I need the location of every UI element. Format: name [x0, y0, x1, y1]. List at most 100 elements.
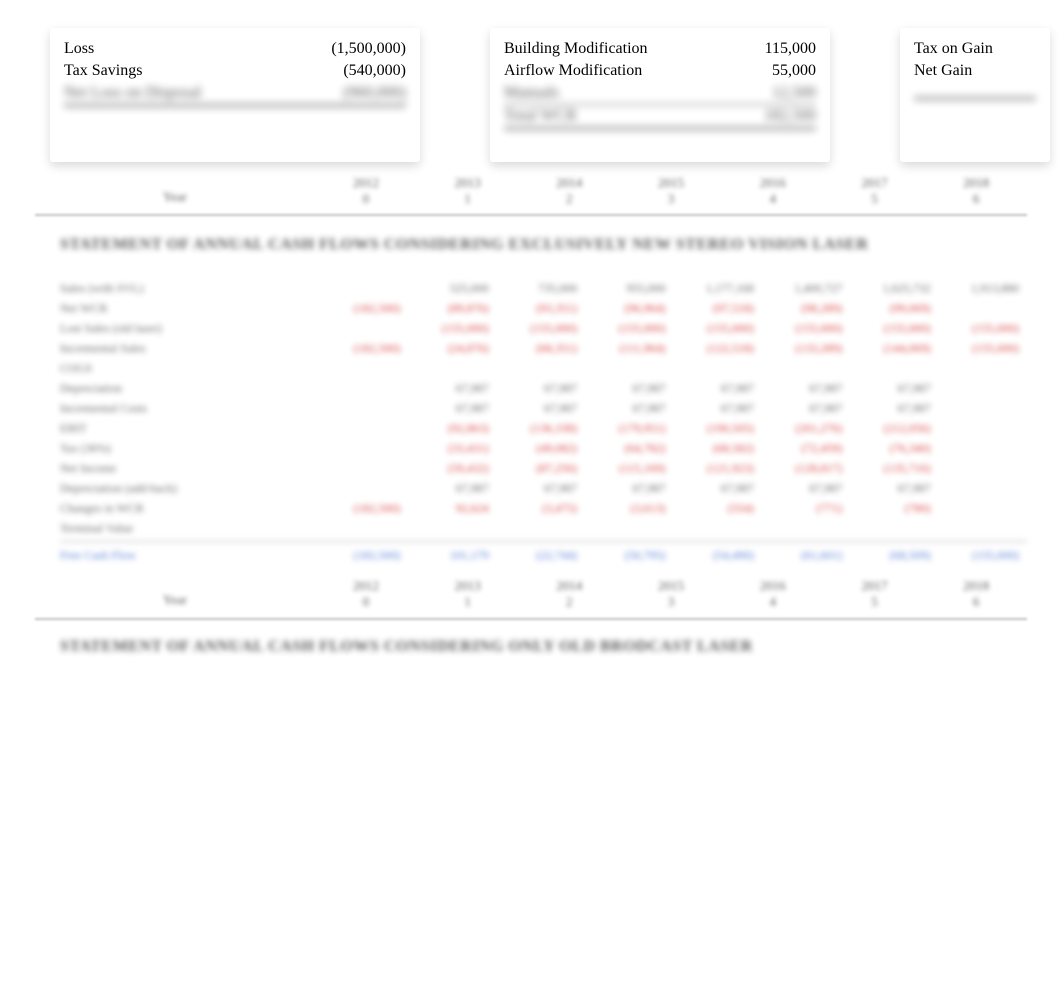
cell-value: (155,000) — [939, 318, 1027, 338]
cell-value: (68,351) — [497, 338, 585, 358]
row-label: COGS — [60, 358, 320, 378]
cell-value: (179,951) — [585, 418, 673, 438]
loss-value: (1,500,000) — [306, 38, 406, 60]
tax-on-gain-label: Tax on Gain — [914, 38, 1036, 60]
year-col: 20120 — [315, 175, 417, 207]
section-title-old-laser: STATEMENT OF ANNUAL CASH FLOWS CONSIDERI… — [60, 638, 753, 656]
section-title-svl: STATEMENT OF ANNUAL CASH FLOWS CONSIDERI… — [60, 236, 868, 254]
cell-value: (68,582) — [674, 438, 762, 458]
net-gain-label: Net Gain — [914, 60, 1036, 82]
total-wcr-value: 182,500 — [716, 105, 816, 127]
year-col: 20153 — [620, 175, 722, 207]
sheet-row: Depreciation67,98767,98767,98767,98767,9… — [60, 378, 1027, 398]
sheet-row: Incremental Costs67,98767,98767,98767,98… — [60, 398, 1027, 418]
row-label: Depreciation (add-back) — [60, 478, 320, 498]
cell-value: (780) — [850, 498, 938, 518]
cell-value: (155,000) — [939, 338, 1027, 358]
cell-value: (136,338) — [497, 418, 585, 438]
cell-value: 1,177,168 — [674, 278, 762, 298]
cell-value: 1,400,727 — [762, 278, 850, 298]
airflow-mod-label: Airflow Modification — [504, 60, 716, 82]
cell-value: 67,987 — [762, 478, 850, 498]
total-wcr-row: Total WCR 182,500 — [504, 105, 816, 130]
row-label: Depreciation — [60, 378, 320, 398]
cashflow-sheet: Sales (with SVL)525,000735,000955,0001,1… — [60, 278, 1027, 565]
cell-value: (155,000) — [850, 318, 938, 338]
cell-value — [320, 438, 408, 458]
cell-value: 67,987 — [674, 378, 762, 398]
building-mod-value: 115,000 — [716, 38, 816, 60]
sheet-row: Depreciation (add-back)67,98767,98767,98… — [60, 478, 1027, 498]
cell-value: (144,069) — [850, 338, 938, 358]
cell-value: 67,987 — [497, 398, 585, 418]
sheet-row: Sales (with SVL)525,000735,000955,0001,1… — [60, 278, 1027, 298]
cell-value: (190,505) — [674, 418, 762, 438]
cell-value: (24,876) — [408, 338, 496, 358]
year-col: 20153 — [620, 578, 722, 610]
cell-value: (155,000) — [762, 318, 850, 338]
net-loss-value: (960,000) — [306, 82, 406, 104]
loss-row: Loss (1,500,000) — [64, 38, 406, 60]
tax-savings-row: Tax Savings (540,000) — [64, 60, 406, 82]
cell-value: (201,276) — [762, 418, 850, 438]
cell-value — [939, 498, 1027, 518]
cell-value — [939, 298, 1027, 318]
year-axis-label: Year — [35, 189, 315, 207]
sheet-row: Net WCR(182,500)(89,876)(93,351)(96,964)… — [60, 298, 1027, 318]
cell-value: 1,625,732 — [850, 278, 938, 298]
cell-value — [320, 458, 408, 478]
cell-value: (182,500) — [320, 298, 408, 318]
row-label: EBIT — [60, 418, 320, 438]
cell-value: 67,987 — [850, 398, 938, 418]
cell-value: (72,459) — [762, 438, 850, 458]
cell-value: 67,987 — [850, 378, 938, 398]
cell-value: (155,000) — [497, 318, 585, 338]
cell-value — [939, 418, 1027, 438]
total-row: Free Cash Flow(182,500)101,179(22,744)(5… — [60, 545, 1027, 565]
year-header-1: Year 20120201312014220153201642017520186 — [35, 175, 1027, 207]
cell-value: (128,817) — [762, 458, 850, 478]
cell-value: 525,000 — [408, 278, 496, 298]
cell-value — [320, 398, 408, 418]
total-cell: (68,509) — [850, 545, 938, 565]
cell-value: 1,913,880 — [939, 278, 1027, 298]
cell-value: (155,000) — [585, 318, 673, 338]
loss-label: Loss — [64, 38, 306, 60]
gain-box: Tax on Gain Net Gain — [900, 28, 1050, 162]
cell-value: 67,987 — [497, 378, 585, 398]
top-summary-boxes: Loss (1,500,000) Tax Savings (540,000) N… — [50, 28, 1062, 162]
sheet-row: COGS — [60, 358, 1027, 378]
cell-value: (554) — [674, 498, 762, 518]
year-col: 20120 — [315, 578, 417, 610]
cell-value: 67,987 — [408, 478, 496, 498]
sheet-row: Changes in WCR(182,500)92,624(3,475)(3,6… — [60, 498, 1027, 518]
year-col: 20186 — [925, 578, 1027, 610]
cell-value: 67,987 — [585, 478, 673, 498]
cell-value: (96,964) — [585, 298, 673, 318]
total-cell: (54,490) — [674, 545, 762, 565]
cell-value — [320, 478, 408, 498]
gain-total-row — [914, 82, 1036, 100]
net-gain-row: Net Gain — [914, 60, 1036, 82]
cell-value: 67,987 — [850, 478, 938, 498]
year-col: 20131 — [417, 175, 519, 207]
cell-value — [939, 378, 1027, 398]
year-header-2: Year 20120201312014220153201642017520186 — [35, 578, 1027, 610]
cell-value: (133,289) — [762, 338, 850, 358]
cell-value: (182,500) — [320, 498, 408, 518]
cell-value: (33,431) — [408, 438, 496, 458]
year-col: 20131 — [417, 578, 519, 610]
row-label: Tax (36%) — [60, 438, 320, 458]
manuals-row: Manuals 12,500 — [504, 82, 816, 105]
loss-box: Loss (1,500,000) Tax Savings (540,000) N… — [50, 28, 420, 162]
cell-value: 67,987 — [585, 378, 673, 398]
tax-on-gain-row: Tax on Gain — [914, 38, 1036, 60]
cell-value: 67,987 — [762, 398, 850, 418]
tax-savings-value: (540,000) — [306, 60, 406, 82]
sheet-row: EBIT(92,863)(136,338)(179,951)(190,505)(… — [60, 418, 1027, 438]
year-col: 20186 — [925, 175, 1027, 207]
cell-value: (771) — [762, 498, 850, 518]
cell-value: (155,000) — [674, 318, 762, 338]
airflow-mod-value: 55,000 — [716, 60, 816, 82]
row-label: Sales (with SVL) — [60, 278, 320, 298]
